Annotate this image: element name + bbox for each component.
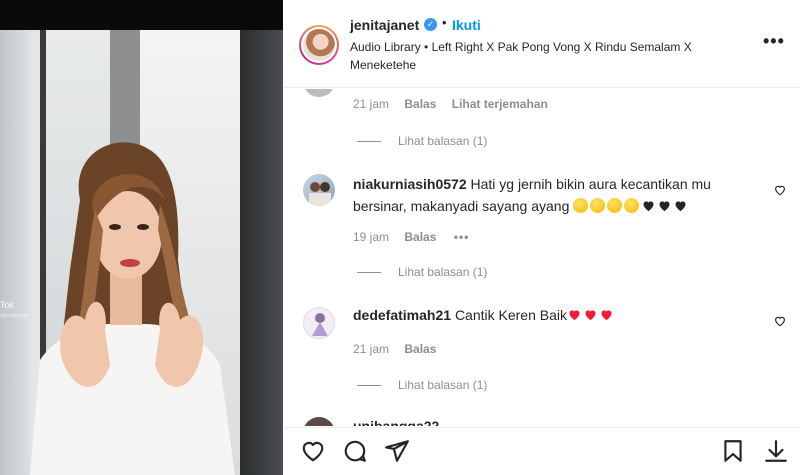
- view-replies-button[interactable]: Lihat balasan (1): [398, 378, 487, 392]
- see-translation-button[interactable]: Lihat terjemahan: [452, 97, 548, 111]
- hot-face-emoji-icon: [573, 198, 589, 213]
- comment-time: 19 jam: [353, 230, 390, 244]
- verified-badge-icon: ✓: [424, 18, 437, 31]
- comment-icon[interactable]: [342, 438, 368, 464]
- comment-avatar[interactable]: [303, 417, 335, 426]
- send-icon[interactable]: [384, 438, 410, 464]
- post-action-bar: [283, 427, 800, 475]
- heart-icon[interactable]: [300, 438, 326, 464]
- reply-button[interactable]: Balas: [404, 97, 436, 111]
- red-heart-icon: [585, 310, 596, 321]
- black-heart-icon: [643, 201, 654, 212]
- post-panel: jenitajanet ✓ • Ikuti Audio Library • Le…: [283, 0, 800, 475]
- comment-username[interactable]: dedefatimah21: [353, 307, 451, 323]
- comment-meta: 21 jam Balas: [353, 342, 436, 356]
- comment-body: niakurniasih0572 Hati yg jernih bikin au…: [353, 173, 733, 217]
- hot-face-emoji-icon: [607, 198, 623, 213]
- more-horizontal-icon[interactable]: •••: [763, 31, 785, 52]
- comment-body: dedefatimah21 Cantik Keren Baik: [353, 304, 733, 326]
- hot-face-emoji-icon: [624, 198, 640, 213]
- replies-divider: [357, 385, 381, 386]
- video-player[interactable]: Tok @jenita.janet: [0, 0, 283, 475]
- view-replies-button[interactable]: Lihat balasan (1): [398, 265, 487, 279]
- reply-button[interactable]: Balas: [404, 230, 436, 244]
- hot-face-emoji-icon: [590, 198, 606, 213]
- post-header: jenitajanet ✓ • Ikuti Audio Library • Le…: [283, 0, 800, 88]
- video-watermark: Tok @jenita.janet: [0, 300, 29, 322]
- author-avatar[interactable]: [299, 25, 339, 65]
- like-comment-heart-icon[interactable]: [773, 183, 787, 197]
- comment-meta: 21 jam Balas Lihat terjemahan: [353, 97, 548, 111]
- replies-divider: [357, 272, 381, 273]
- comment-time: 21 jam: [353, 97, 390, 111]
- like-comment-heart-icon[interactable]: [773, 314, 787, 328]
- comments-list[interactable]: 21 jam Balas Lihat terjemahan Lihat bala…: [283, 89, 800, 426]
- comment-avatar[interactable]: [303, 307, 335, 339]
- reply-button[interactable]: Balas: [404, 342, 436, 356]
- comment-options-button[interactable]: •••: [454, 230, 470, 244]
- comment-text: Cantik Keren Baik: [454, 307, 567, 323]
- author-username[interactable]: jenitajanet: [350, 17, 419, 33]
- person-illustration: [30, 142, 235, 475]
- black-heart-icon: [659, 201, 670, 212]
- comment-avatar[interactable]: [303, 174, 335, 206]
- audio-info[interactable]: Audio Library • Left Right X Pak Pong Vo…: [350, 38, 730, 74]
- watermark-title: Tok: [0, 300, 15, 310]
- comment-body: unibangga22: [353, 415, 733, 426]
- red-heart-icon: [601, 310, 612, 321]
- bookmark-icon[interactable]: [720, 438, 746, 464]
- comment-meta: 19 jam Balas •••: [353, 230, 469, 244]
- red-heart-icon: [569, 310, 580, 321]
- comment-avatar[interactable]: [303, 89, 335, 97]
- view-replies-button[interactable]: Lihat balasan (1): [398, 134, 487, 148]
- follow-button[interactable]: Ikuti: [452, 17, 481, 33]
- replies-divider: [357, 141, 381, 142]
- comment-username[interactable]: unibangga22: [353, 418, 439, 426]
- download-icon[interactable]: [763, 438, 789, 464]
- watermark-handle: @jenita.janet: [0, 313, 30, 319]
- comment-time: 21 jam: [353, 342, 390, 356]
- comment-username[interactable]: niakurniasih0572: [353, 176, 467, 192]
- separator-dot: •: [442, 15, 447, 30]
- video-frame: Tok @jenita.janet: [0, 30, 283, 475]
- black-heart-icon: [675, 201, 686, 212]
